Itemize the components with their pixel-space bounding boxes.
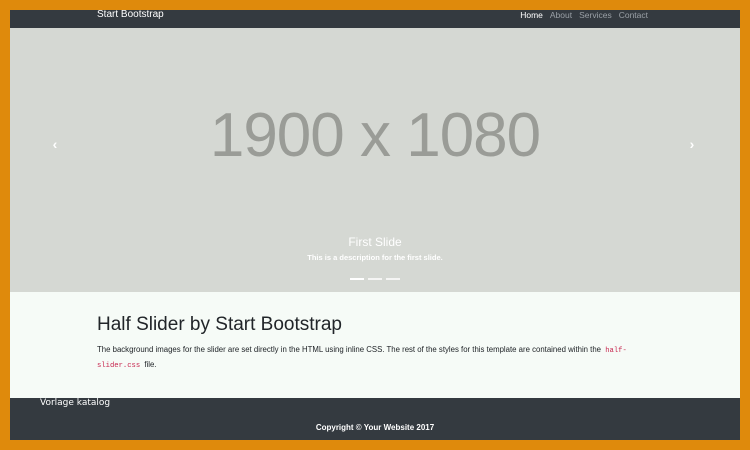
nav-link-contact[interactable]: Contact	[619, 10, 648, 28]
carousel: 1900 x 1080 ‹ › First Slide This is a de…	[10, 28, 740, 292]
main-content: Half Slider by Start Bootstrap The backg…	[10, 292, 740, 398]
slide-caption: First Slide This is a description for th…	[10, 235, 740, 262]
watermark-text: Vorlage katalog	[40, 398, 111, 408]
carousel-indicator-2[interactable]	[368, 278, 382, 280]
nav-link-about[interactable]: About	[550, 10, 572, 28]
carousel-indicators	[350, 278, 400, 280]
nav-link-home[interactable]: Home	[520, 10, 543, 28]
carousel-indicator-1[interactable]	[350, 278, 364, 280]
slide-caption-title: First Slide	[348, 235, 402, 249]
intro-text-start: The background images for the slider are…	[97, 345, 602, 354]
copyright-text: Copyright © Your Website 2017	[315, 423, 435, 432]
intro-paragraph: The background images for the slider are…	[97, 343, 667, 373]
page-frame: Start Bootstrap Home About Services Cont…	[10, 10, 740, 440]
chevron-right-icon: ›	[689, 136, 695, 152]
footer: Vorlage katalog Copyright © Your Website…	[10, 398, 740, 440]
carousel-next-button[interactable]: ›	[682, 134, 702, 154]
nav-link-services[interactable]: Services	[579, 10, 612, 28]
slide-placeholder-text: 1900 x 1080	[209, 101, 541, 170]
intro-text-end: file.	[144, 360, 157, 369]
carousel-indicator-3[interactable]	[386, 278, 400, 280]
chevron-left-icon: ‹	[52, 136, 58, 152]
nav-links: Home About Services Contact	[520, 10, 648, 28]
carousel-prev-button[interactable]: ‹	[45, 134, 65, 154]
navbar: Start Bootstrap Home About Services Cont…	[10, 10, 740, 28]
slide-caption-description: This is a description for the first slid…	[307, 253, 443, 262]
page-title: Half Slider by Start Bootstrap	[97, 314, 342, 335]
navbar-brand[interactable]: Start Bootstrap	[97, 10, 164, 28]
